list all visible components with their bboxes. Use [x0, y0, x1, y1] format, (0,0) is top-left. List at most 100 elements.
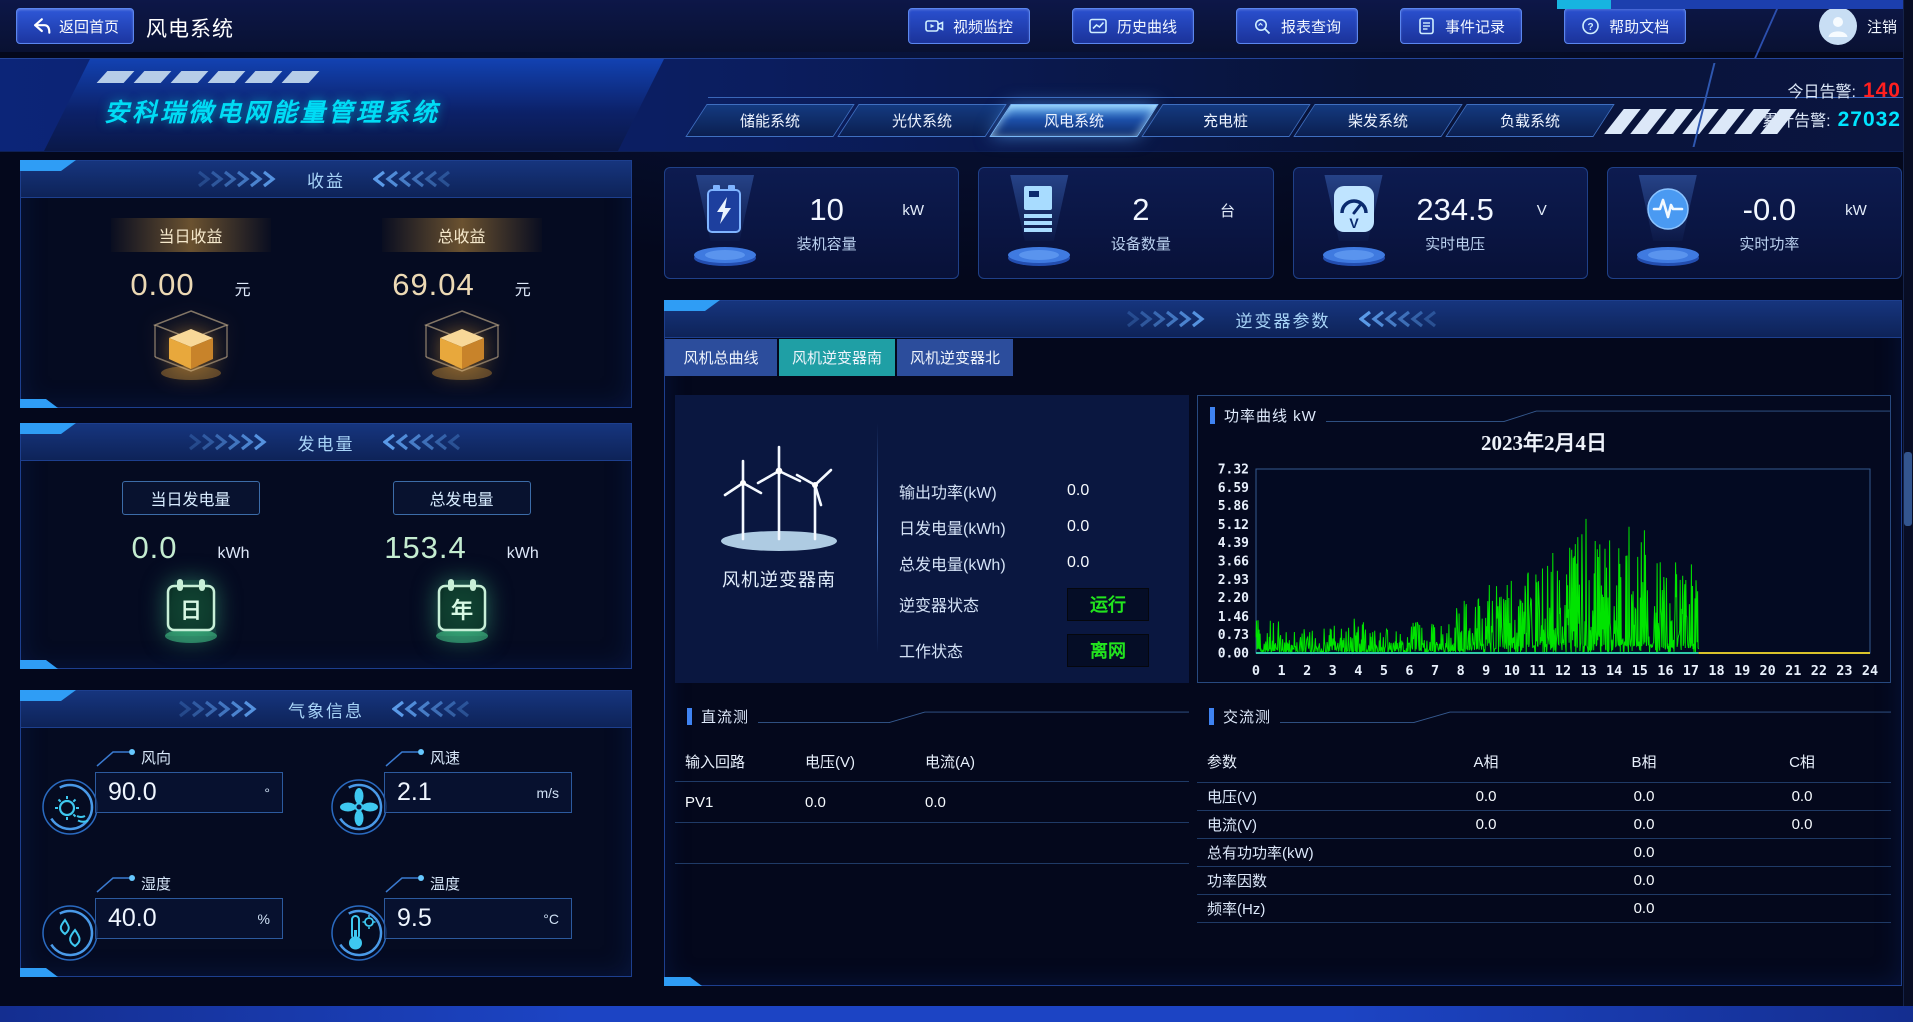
section-bar-icon — [687, 708, 692, 725]
income-panel: 收益 当日收益 0.00 元 — [20, 160, 632, 408]
table-row: 电压(V)0.00.00.0 — [1197, 783, 1891, 811]
inverter-panel: 逆变器参数 风机总曲线 风机逆变器南 风机逆变器北 — [664, 300, 1902, 986]
inverter-status-row: 逆变器状态 运行 — [899, 581, 1177, 627]
pedestal-icon — [691, 247, 759, 267]
svg-text:2.20: 2.20 — [1218, 591, 1249, 606]
today-alerts-value: 140 — [1863, 79, 1901, 103]
report-query-button[interactable]: 报表查询 — [1236, 8, 1358, 44]
temperature-value-box: 9.5 °C — [384, 898, 572, 939]
svg-text:4: 4 — [1354, 663, 1362, 679]
logout-button[interactable]: 注销 — [1867, 16, 1897, 37]
scrollbar-thumb[interactable] — [1904, 452, 1912, 526]
page-title: 风电系统 — [146, 13, 234, 43]
svg-text:?: ? — [1588, 22, 1594, 33]
inverter-status-badge: 运行 — [1067, 588, 1149, 621]
inverter-tabs: 风机总曲线 风机逆变器南 风机逆变器北 — [665, 339, 1015, 376]
tab-turbine-inverter-south[interactable]: 风机逆变器南 — [779, 339, 895, 376]
svg-text:3.66: 3.66 — [1218, 555, 1249, 570]
humidity-label-row: 湿度 — [95, 870, 283, 894]
total-alerts: 累计告警: 27032 — [1715, 107, 1901, 132]
year-calendar-icon: 年 — [422, 570, 502, 650]
tab-charging-pile[interactable]: 充电桩 — [1141, 104, 1310, 137]
report-query-label: 报表查询 — [1281, 16, 1341, 37]
history-curve-button[interactable]: 历史曲线 — [1072, 8, 1194, 44]
tab-load-system[interactable]: 负载系统 — [1445, 104, 1614, 137]
wind-power-dashboard: 返回首页 风电系统 视频监控 历史曲线 — [0, 0, 1913, 1022]
wind-direction-value-box: 90.0 ° — [95, 772, 283, 813]
svg-text:年: 年 — [450, 598, 472, 623]
user-avatar[interactable] — [1819, 7, 1857, 45]
vertical-divider — [877, 423, 878, 653]
income-panel-title: 收益 — [307, 167, 345, 192]
dc-side-header: 直流测 — [675, 697, 1189, 727]
temperature-icon — [326, 900, 392, 966]
humidity-unit: % — [258, 911, 270, 927]
tab-wind-system[interactable]: 风电系统 — [989, 104, 1158, 137]
scrollbar-track[interactable] — [1903, 0, 1913, 1022]
tab-pv-system[interactable]: 光伏系统 — [837, 104, 1006, 137]
power-curve-box: 功率曲线 kW 2023年2月4日 7.326.595.865.124.393.… — [1197, 395, 1891, 683]
weather-panel-header: 气象信息 — [21, 691, 631, 728]
wind-direction-item: 风向 90.0 ° — [37, 744, 326, 854]
section-divider-line — [1326, 409, 1890, 423]
generation-panel-title: 发电量 — [298, 430, 355, 455]
svg-text:5: 5 — [1380, 663, 1388, 679]
realtime-voltage-label: 实时电压 — [1398, 233, 1513, 254]
realtime-power-unit: kW — [1827, 202, 1885, 219]
wind-speed-unit: m/s — [536, 785, 559, 801]
total-alerts-label: 累计告警: — [1762, 107, 1830, 131]
tab-storage-system[interactable]: 储能系统 — [685, 104, 854, 137]
device-info-box: 风机逆变器南 输出功率(kW) 0.0 日发电量(kWh) 0.0 总发电量(k… — [675, 395, 1189, 683]
tab-turbine-total-curve[interactable]: 风机总曲线 — [665, 339, 777, 376]
pedestal-icon — [1005, 247, 1073, 267]
wind-speed-item: 风速 2.1 m/s — [326, 744, 615, 854]
daily-generation-stat: 当日发电量 0.0 kWh 日 — [55, 481, 326, 650]
svg-text:21: 21 — [1785, 663, 1801, 679]
connector-line-icon — [95, 744, 137, 768]
section-divider-line — [758, 710, 1189, 724]
table-header-row: 输入回路 电压(V) 电流(A) — [675, 741, 1189, 782]
total-generation-unit: kWh — [507, 545, 539, 563]
chevrons-left-icon — [383, 433, 465, 451]
svg-text:19: 19 — [1734, 663, 1750, 679]
user-area: 注销 — [1819, 7, 1897, 45]
weather-panel: 气象信息 — [20, 690, 632, 977]
total-generation-label: 总发电量 — [393, 481, 531, 515]
chevrons-left-icon — [373, 170, 455, 188]
realtime-power-label: 实时功率 — [1712, 233, 1827, 254]
brand-stripes-decoration — [102, 71, 314, 83]
back-home-button[interactable]: 返回首页 — [16, 8, 134, 44]
system-tabs: 储能系统 光伏系统 风电系统 充电桩 柴发系统 负载系统 — [696, 104, 1604, 137]
realtime-power-value: -0.0 — [1712, 192, 1827, 228]
wind-turbines-icon — [699, 445, 859, 553]
svg-text:14: 14 — [1606, 663, 1622, 679]
svg-text:6: 6 — [1405, 663, 1413, 679]
humidity-icon — [37, 900, 103, 966]
table-row: PV1 0.0 0.0 — [675, 782, 1189, 823]
daily-income-stat: 当日收益 0.00 元 — [55, 218, 326, 387]
daily-income-label: 当日收益 — [111, 218, 271, 252]
humidity-value-box: 40.0 % — [95, 898, 283, 939]
total-generation-value: 153.4 — [384, 530, 467, 566]
svg-text:13: 13 — [1580, 663, 1596, 679]
event-record-button[interactable]: 事件记录 — [1400, 8, 1522, 44]
help-doc-button[interactable]: ? 帮助文档 — [1564, 8, 1686, 44]
svg-text:4.39: 4.39 — [1218, 536, 1249, 551]
daily-income-unit: 元 — [235, 276, 251, 300]
daily-income-value: 0.00 — [130, 267, 194, 303]
tab-diesel-system[interactable]: 柴发系统 — [1293, 104, 1462, 137]
svg-text:10: 10 — [1504, 663, 1520, 679]
wind-direction-unit: ° — [264, 785, 270, 801]
inverter-panel-header: 逆变器参数 — [665, 301, 1901, 338]
section-bar-icon — [1209, 708, 1214, 725]
today-alerts: 今日告警: 140 — [1715, 78, 1901, 103]
chevrons-left-icon — [1359, 310, 1441, 328]
tab-turbine-inverter-north[interactable]: 风机逆变器北 — [897, 339, 1013, 376]
ac-side-header: 交流测 — [1197, 697, 1891, 727]
svg-text:5.86: 5.86 — [1218, 499, 1249, 514]
dc-side-title: 直流测 — [701, 706, 749, 727]
work-status-row: 工作状态 离网 — [899, 627, 1177, 673]
wind-speed-icon — [326, 774, 392, 840]
video-monitor-button[interactable]: 视频监控 — [908, 8, 1030, 44]
svg-text:16: 16 — [1657, 663, 1673, 679]
